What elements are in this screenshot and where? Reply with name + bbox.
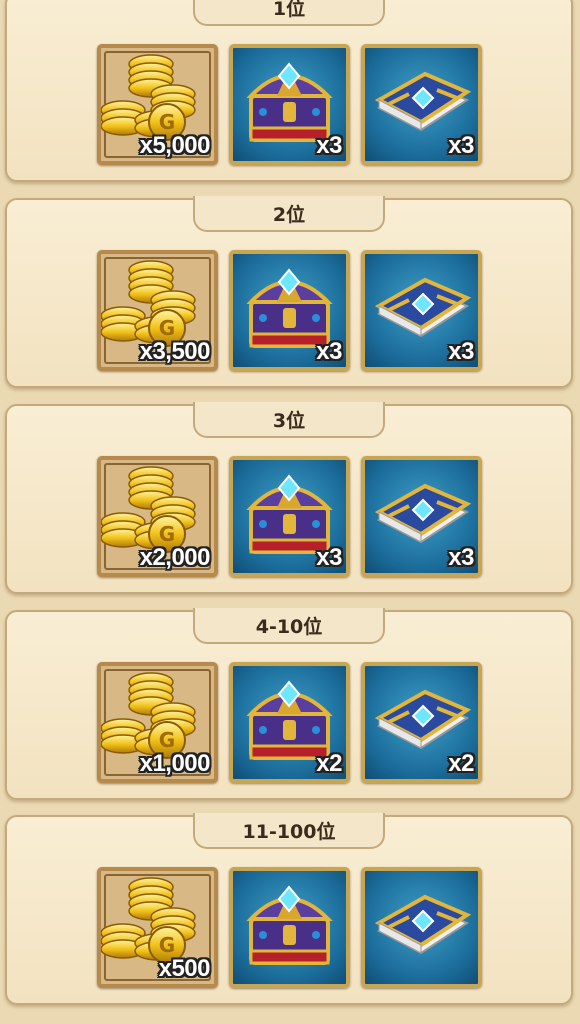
reward-item-book[interactable]: x2 [361,662,482,783]
reward-quantity: x3 [448,338,474,365]
reward-item-chest[interactable]: x3 [229,456,350,577]
reward-quantity: x3 [316,132,342,159]
reward-tier-4: 4-10位 Gx1,000 x2 x2 [5,608,573,800]
svg-text:G: G [159,933,175,957]
reward-quantity: x1,000 [139,750,211,777]
reward-item-coins[interactable]: Gx3,500 [97,250,218,371]
reward-item-book[interactable]: x3 [361,44,482,165]
reward-item-coins[interactable]: Gx2,000 [97,456,218,577]
rank-label: 2位 [272,203,306,226]
reward-quantity: x3 [448,132,474,159]
rank-label: 1位 [272,0,306,20]
reward-quantity: x3 [316,544,342,571]
reward-tier-5: 11-100位 Gx500 [5,813,573,1005]
rank-label: 11-100位 [242,820,336,843]
rank-label: 3位 [272,409,306,432]
svg-text:G: G [159,522,175,546]
reward-items: Gx5,000 x3 x3 [97,44,482,165]
reward-item-book[interactable]: x3 [361,456,482,577]
rank-tab: 4-10位 [193,608,385,644]
svg-text:G: G [159,316,175,340]
svg-text:G: G [159,110,175,134]
rank-label: 4-10位 [255,615,323,638]
reward-quantity: x2 [316,750,342,777]
rank-tab: 1位 [193,0,385,26]
reward-item-coins[interactable]: Gx500 [97,867,218,988]
reward-quantity: x5,000 [139,132,211,159]
reward-quantity: x3 [316,338,342,365]
reward-items: Gx1,000 x2 x2 [97,662,482,783]
reward-item-coins[interactable]: Gx1,000 [97,662,218,783]
reward-tier-3: 3位 Gx2,000 x3 x3 [5,402,573,594]
reward-quantity: x2,000 [139,544,211,571]
reward-tier-2: 2位 Gx3,500 x3 x3 [5,196,573,388]
rank-tab: 2位 [193,196,385,232]
reward-item-chest[interactable]: x3 [229,44,350,165]
reward-item-chest[interactable] [229,867,350,988]
reward-item-chest[interactable]: x2 [229,662,350,783]
rank-tab: 11-100位 [193,813,385,849]
svg-text:G: G [159,728,175,752]
reward-item-book[interactable]: x3 [361,250,482,371]
reward-item-coins[interactable]: Gx5,000 [97,44,218,165]
reward-quantity: x2 [448,750,474,777]
reward-items: Gx500 [97,867,482,988]
reward-item-book[interactable] [361,867,482,988]
reward-quantity: x500 [158,955,211,982]
reward-tier-1: 1位 Gx5,000 x3 x3 [5,0,573,182]
reward-quantity: x3,500 [139,338,211,365]
reward-quantity: x3 [448,544,474,571]
reward-items: Gx3,500 x3 x3 [97,250,482,371]
reward-items: Gx2,000 x3 x3 [97,456,482,577]
rank-tab: 3位 [193,402,385,438]
reward-item-chest[interactable]: x3 [229,250,350,371]
